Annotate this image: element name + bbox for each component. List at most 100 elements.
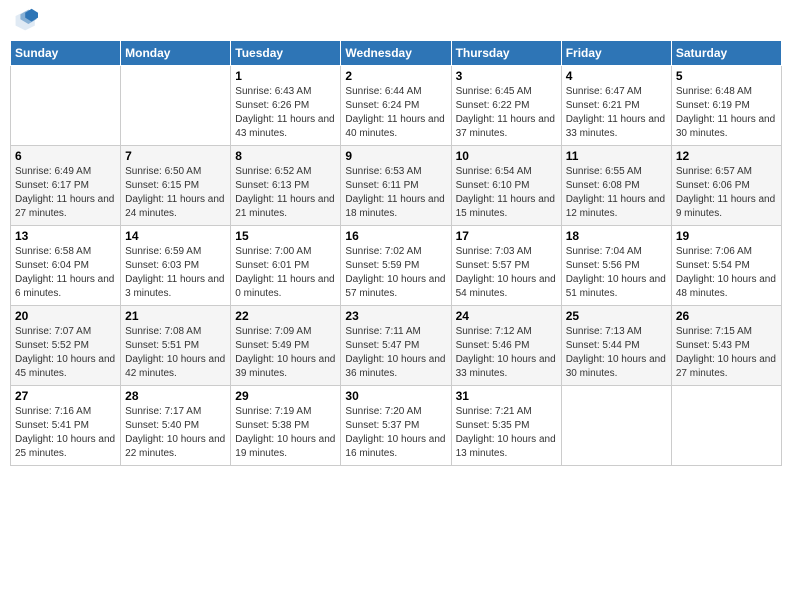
day-info: Sunrise: 6:58 AMSunset: 6:04 PMDaylight:… <box>15 245 116 301</box>
calendar-cell: 13 Sunrise: 6:58 AMSunset: 6:04 PMDayligh… <box>11 226 121 306</box>
day-number: 6 <box>15 149 116 163</box>
calendar-cell: 4 Sunrise: 6:47 AMSunset: 6:21 PMDaylight… <box>561 66 671 146</box>
day-number: 16 <box>345 229 446 243</box>
calendar-week-row: 27 Sunrise: 7:16 AMSunset: 5:41 PMDayligh… <box>11 386 782 466</box>
calendar-cell: 10 Sunrise: 6:54 AMSunset: 6:10 PMDayligh… <box>451 146 561 226</box>
day-info: Sunrise: 7:08 AMSunset: 5:51 PMDaylight:… <box>125 325 226 381</box>
day-info: Sunrise: 7:06 AMSunset: 5:54 PMDaylight:… <box>676 245 777 301</box>
day-info: Sunrise: 6:52 AMSunset: 6:13 PMDaylight:… <box>235 165 336 221</box>
day-info: Sunrise: 6:47 AMSunset: 6:21 PMDaylight:… <box>566 85 667 141</box>
calendar-cell <box>671 386 781 466</box>
day-info: Sunrise: 7:16 AMSunset: 5:41 PMDaylight:… <box>15 405 116 461</box>
day-number: 8 <box>235 149 336 163</box>
day-number: 20 <box>15 309 116 323</box>
day-number: 23 <box>345 309 446 323</box>
calendar-cell: 1Sunrise: 6:43 AMSunset: 6:26 PMDaylight… <box>231 66 341 146</box>
calendar-cell: 9Sunrise: 6:53 AMSunset: 6:11 PMDaylight… <box>341 146 451 226</box>
calendar-cell: 30 Sunrise: 7:20 AMSunset: 5:37 PMDayligh… <box>341 386 451 466</box>
day-info: Sunrise: 7:03 AMSunset: 5:57 PMDaylight:… <box>456 245 557 301</box>
day-number: 17 <box>456 229 557 243</box>
day-number: 13 <box>15 229 116 243</box>
calendar-cell: 27 Sunrise: 7:16 AMSunset: 5:41 PMDayligh… <box>11 386 121 466</box>
calendar-cell: 23 Sunrise: 7:11 AMSunset: 5:47 PMDayligh… <box>341 306 451 386</box>
calendar-cell <box>11 66 121 146</box>
calendar-cell <box>121 66 231 146</box>
day-info: Sunrise: 7:07 AMSunset: 5:52 PMDaylight:… <box>15 325 116 381</box>
day-number: 21 <box>125 309 226 323</box>
day-of-week-header: Friday <box>561 41 671 66</box>
day-number: 30 <box>345 389 446 403</box>
day-number: 10 <box>456 149 557 163</box>
calendar-cell: 26 Sunrise: 7:15 AMSunset: 5:43 PMDayligh… <box>671 306 781 386</box>
calendar-week-row: 20 Sunrise: 7:07 AMSunset: 5:52 PMDayligh… <box>11 306 782 386</box>
day-info: Sunrise: 6:55 AMSunset: 6:08 PMDaylight:… <box>566 165 667 221</box>
day-info: Sunrise: 7:17 AMSunset: 5:40 PMDaylight:… <box>125 405 226 461</box>
day-info: Sunrise: 7:21 AMSunset: 5:35 PMDaylight:… <box>456 405 557 461</box>
day-number: 19 <box>676 229 777 243</box>
calendar-cell: 25 Sunrise: 7:13 AMSunset: 5:44 PMDayligh… <box>561 306 671 386</box>
day-number: 3 <box>456 69 557 83</box>
calendar-cell: 24 Sunrise: 7:12 AMSunset: 5:46 PMDayligh… <box>451 306 561 386</box>
calendar-cell: 16 Sunrise: 7:02 AMSunset: 5:59 PMDayligh… <box>341 226 451 306</box>
calendar-cell: 28 Sunrise: 7:17 AMSunset: 5:40 PMDayligh… <box>121 386 231 466</box>
day-number: 27 <box>15 389 116 403</box>
calendar-cell <box>561 386 671 466</box>
day-info: Sunrise: 7:02 AMSunset: 5:59 PMDaylight:… <box>345 245 446 301</box>
day-number: 15 <box>235 229 336 243</box>
day-number: 2 <box>345 69 446 83</box>
day-of-week-header: Monday <box>121 41 231 66</box>
day-number: 28 <box>125 389 226 403</box>
calendar-cell: 19 Sunrise: 7:06 AMSunset: 5:54 PMDayligh… <box>671 226 781 306</box>
day-info: Sunrise: 7:11 AMSunset: 5:47 PMDaylight:… <box>345 325 446 381</box>
logo-icon <box>14 8 38 32</box>
day-info: Sunrise: 6:45 AMSunset: 6:22 PMDaylight:… <box>456 85 557 141</box>
calendar-cell: 14 Sunrise: 6:59 AMSunset: 6:03 PMDayligh… <box>121 226 231 306</box>
day-info: Sunrise: 7:09 AMSunset: 5:49 PMDaylight:… <box>235 325 336 381</box>
day-number: 5 <box>676 69 777 83</box>
calendar-cell: 29 Sunrise: 7:19 AMSunset: 5:38 PMDayligh… <box>231 386 341 466</box>
day-info: Sunrise: 7:15 AMSunset: 5:43 PMDaylight:… <box>676 325 777 381</box>
calendar-week-row: 13 Sunrise: 6:58 AMSunset: 6:04 PMDayligh… <box>11 226 782 306</box>
calendar-header-row: SundayMondayTuesdayWednesdayThursdayFrid… <box>11 41 782 66</box>
day-info: Sunrise: 6:43 AMSunset: 6:26 PMDaylight:… <box>235 85 336 141</box>
day-info: Sunrise: 7:00 AMSunset: 6:01 PMDaylight:… <box>235 245 336 301</box>
day-info: Sunrise: 7:04 AMSunset: 5:56 PMDaylight:… <box>566 245 667 301</box>
calendar-cell: 31Sunrise: 7:21 AMSunset: 5:35 PMDayligh… <box>451 386 561 466</box>
day-info: Sunrise: 6:50 AMSunset: 6:15 PMDaylight:… <box>125 165 226 221</box>
day-info: Sunrise: 7:20 AMSunset: 5:37 PMDaylight:… <box>345 405 446 461</box>
calendar-week-row: 1Sunrise: 6:43 AMSunset: 6:26 PMDaylight… <box>11 66 782 146</box>
calendar-cell: 18 Sunrise: 7:04 AMSunset: 5:56 PMDayligh… <box>561 226 671 306</box>
day-info: Sunrise: 7:19 AMSunset: 5:38 PMDaylight:… <box>235 405 336 461</box>
day-info: Sunrise: 6:48 AMSunset: 6:19 PMDaylight:… <box>676 85 777 141</box>
day-info: Sunrise: 6:57 AMSunset: 6:06 PMDaylight:… <box>676 165 777 221</box>
day-number: 14 <box>125 229 226 243</box>
day-number: 18 <box>566 229 667 243</box>
calendar-cell: 2Sunrise: 6:44 AMSunset: 6:24 PMDaylight… <box>341 66 451 146</box>
day-of-week-header: Sunday <box>11 41 121 66</box>
calendar-cell: 6Sunrise: 6:49 AMSunset: 6:17 PMDaylight… <box>11 146 121 226</box>
day-info: Sunrise: 6:59 AMSunset: 6:03 PMDaylight:… <box>125 245 226 301</box>
calendar-cell: 7 Sunrise: 6:50 AMSunset: 6:15 PMDaylight… <box>121 146 231 226</box>
day-of-week-header: Saturday <box>671 41 781 66</box>
day-of-week-header: Wednesday <box>341 41 451 66</box>
day-number: 24 <box>456 309 557 323</box>
calendar-week-row: 6Sunrise: 6:49 AMSunset: 6:17 PMDaylight… <box>11 146 782 226</box>
day-number: 11 <box>566 149 667 163</box>
calendar-cell: 21 Sunrise: 7:08 AMSunset: 5:51 PMDayligh… <box>121 306 231 386</box>
day-number: 7 <box>125 149 226 163</box>
day-info: Sunrise: 6:54 AMSunset: 6:10 PMDaylight:… <box>456 165 557 221</box>
day-number: 22 <box>235 309 336 323</box>
day-number: 26 <box>676 309 777 323</box>
day-info: Sunrise: 7:13 AMSunset: 5:44 PMDaylight:… <box>566 325 667 381</box>
day-info: Sunrise: 7:12 AMSunset: 5:46 PMDaylight:… <box>456 325 557 381</box>
calendar-cell: 22 Sunrise: 7:09 AMSunset: 5:49 PMDayligh… <box>231 306 341 386</box>
day-number: 4 <box>566 69 667 83</box>
day-of-week-header: Thursday <box>451 41 561 66</box>
day-of-week-header: Tuesday <box>231 41 341 66</box>
page-header <box>10 10 782 32</box>
calendar-cell: 15 Sunrise: 7:00 AMSunset: 6:01 PMDayligh… <box>231 226 341 306</box>
day-number: 29 <box>235 389 336 403</box>
day-number: 12 <box>676 149 777 163</box>
calendar-cell: 12 Sunrise: 6:57 AMSunset: 6:06 PMDayligh… <box>671 146 781 226</box>
day-number: 25 <box>566 309 667 323</box>
